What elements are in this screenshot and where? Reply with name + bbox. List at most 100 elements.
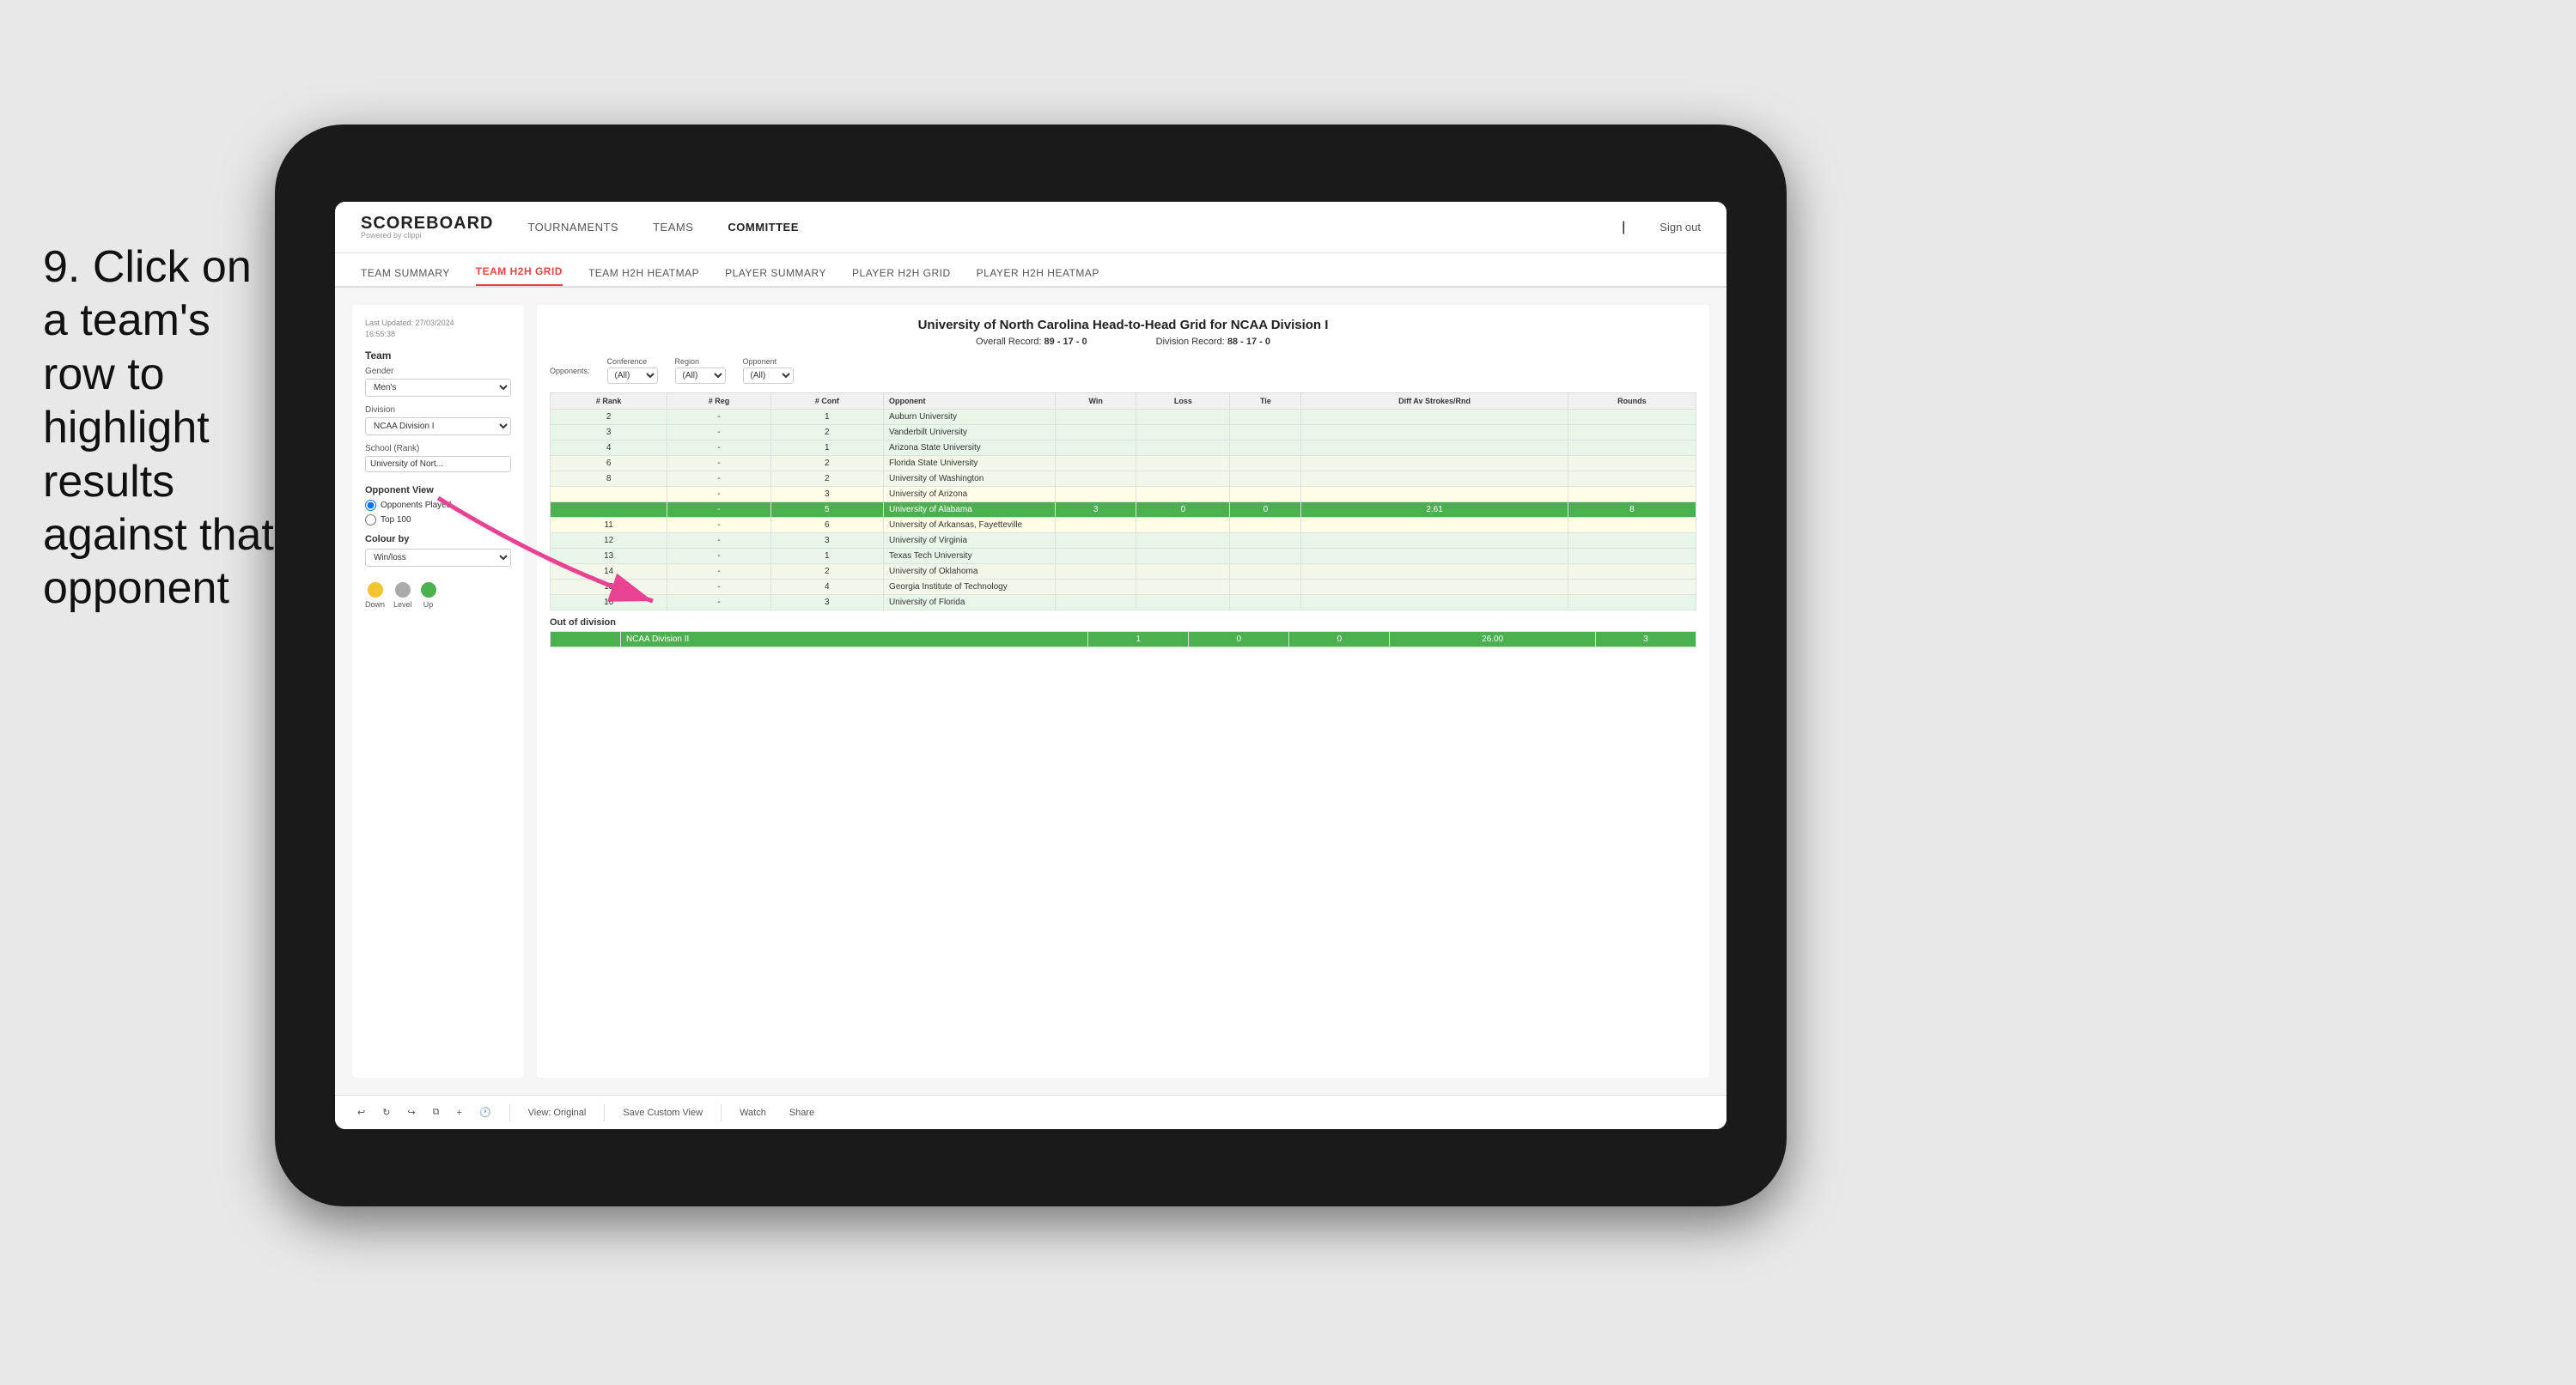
cell-rank: 4 — [551, 440, 667, 456]
cell-rank: 8 — [551, 471, 667, 487]
plus-btn[interactable]: + — [452, 1105, 467, 1121]
brand-name: SCOREBOARD — [361, 215, 493, 232]
table-row[interactable]: 12-3University of Virginia — [551, 533, 1696, 549]
colour-by-title: Colour by — [365, 534, 511, 544]
cell-loss — [1136, 549, 1230, 564]
table-row[interactable]: 8-2University of Washington — [551, 471, 1696, 487]
undo2-btn[interactable]: ↪ — [402, 1104, 420, 1121]
cell-diff — [1301, 518, 1568, 533]
cell-tie — [1230, 471, 1301, 487]
cell-loss: 0 — [1136, 502, 1230, 518]
watch-btn[interactable]: Watch — [734, 1105, 771, 1121]
copy-btn[interactable]: ⧉ — [428, 1104, 445, 1121]
cell-rank: 12 — [551, 533, 667, 549]
cell-win — [1056, 456, 1136, 471]
cell-loss — [1136, 425, 1230, 440]
cell-reg: - — [667, 580, 770, 595]
records-row: Overall Record: 89 - 17 - 0 Division Rec… — [550, 337, 1696, 347]
cell-win: 3 — [1056, 502, 1136, 518]
cell-reg: - — [667, 440, 770, 456]
sub-nav-team-h2h-grid[interactable]: TEAM H2H GRID — [476, 265, 563, 286]
cell-rank: 13 — [551, 549, 667, 564]
cell-reg: - — [667, 410, 770, 425]
cell-conf: 2 — [770, 471, 883, 487]
cell-tie — [1230, 533, 1301, 549]
sign-out-link[interactable]: Sign out — [1659, 221, 1701, 234]
clock-btn[interactable]: 🕐 — [474, 1104, 496, 1121]
region-label: Region — [675, 357, 726, 366]
cell-tie: 0 — [1230, 502, 1301, 518]
colour-by-select[interactable]: Win/loss — [365, 549, 511, 567]
opponents-filter-label: Opponents: — [550, 367, 590, 375]
cell-win — [1056, 410, 1136, 425]
out-of-division-label: Out of division — [550, 610, 1696, 631]
table-row[interactable]: 2-1Auburn University — [551, 410, 1696, 425]
opponent-filter: Opponent (All) — [743, 357, 794, 384]
table-row[interactable]: 11-6University of Arkansas, Fayetteville — [551, 518, 1696, 533]
nav-tournaments[interactable]: TOURNAMENTS — [527, 216, 618, 238]
view-original-btn[interactable]: View: Original — [523, 1105, 592, 1121]
radio-top100[interactable]: Top 100 — [365, 514, 511, 525]
cell-rounds — [1568, 549, 1696, 564]
school-input[interactable] — [365, 456, 511, 472]
col-rank: # Rank — [551, 393, 667, 410]
table-row[interactable]: 13-1Texas Tech University — [551, 549, 1696, 564]
nav-teams[interactable]: TEAMS — [653, 216, 693, 238]
cell-conf: 3 — [770, 487, 883, 502]
cell-win — [1056, 440, 1136, 456]
table-row[interactable]: 14-2University of Oklahoma — [551, 564, 1696, 580]
cell-win — [1056, 533, 1136, 549]
cell-opponent: University of Arkansas, Fayetteville — [884, 518, 1056, 533]
opponent-filter-label: Opponent — [743, 357, 794, 366]
cell-opponent: Arizona State University — [884, 440, 1056, 456]
cell-reg: - — [667, 487, 770, 502]
out-of-division-rounds: 3 — [1595, 632, 1696, 647]
cell-reg: - — [667, 456, 770, 471]
cell-win — [1056, 580, 1136, 595]
cell-tie — [1230, 595, 1301, 610]
cell-tie — [1230, 564, 1301, 580]
sub-nav-team-summary[interactable]: TEAM SUMMARY — [361, 267, 450, 286]
cell-win — [1056, 518, 1136, 533]
cell-rank: 6 — [551, 456, 667, 471]
table-row[interactable]: -3University of Arizona — [551, 487, 1696, 502]
sub-nav-team-h2h-heatmap[interactable]: TEAM H2H HEATMAP — [588, 267, 699, 286]
share-btn[interactable]: Share — [784, 1105, 819, 1121]
cell-opponent: Florida State University — [884, 456, 1056, 471]
cell-rounds — [1568, 518, 1696, 533]
cell-diff — [1301, 549, 1568, 564]
cell-tie — [1230, 549, 1301, 564]
cell-diff — [1301, 595, 1568, 610]
school-label: School (Rank) — [365, 444, 511, 453]
redo-btn[interactable]: ↻ — [377, 1104, 395, 1121]
table-row[interactable]: 4-1Arizona State University — [551, 440, 1696, 456]
division-select[interactable]: NCAA Division I — [365, 417, 511, 435]
cell-reg: - — [667, 595, 770, 610]
cell-tie — [1230, 518, 1301, 533]
cell-diff — [1301, 580, 1568, 595]
sub-nav-player-summary[interactable]: PLAYER SUMMARY — [725, 267, 826, 286]
table-row[interactable]: 16-3University of Florida — [551, 595, 1696, 610]
cell-loss — [1136, 533, 1230, 549]
gender-select[interactable]: Men's — [365, 379, 511, 397]
conference-select[interactable]: (All) — [607, 368, 658, 384]
out-of-division-row[interactable]: NCAA Division II 1 0 0 26.00 3 — [551, 632, 1696, 647]
save-custom-view-btn[interactable]: Save Custom View — [618, 1105, 708, 1121]
cell-reg: - — [667, 564, 770, 580]
instruction-step: 9. — [43, 242, 80, 292]
cell-diff — [1301, 564, 1568, 580]
cell-diff — [1301, 487, 1568, 502]
nav-committee[interactable]: COMMITTEE — [728, 216, 799, 238]
table-row[interactable]: -5University of Alabama3002.618 — [551, 502, 1696, 518]
sub-nav-player-h2h-grid[interactable]: PLAYER H2H GRID — [852, 267, 951, 286]
opponent-select[interactable]: (All) — [743, 368, 794, 384]
table-row[interactable]: 15-4Georgia Institute of Technology — [551, 580, 1696, 595]
cell-reg: - — [667, 471, 770, 487]
col-tie: Tie — [1230, 393, 1301, 410]
sub-nav-player-h2h-heatmap[interactable]: PLAYER H2H HEATMAP — [977, 267, 1099, 286]
table-row[interactable]: 6-2Florida State University — [551, 456, 1696, 471]
table-row[interactable]: 3-2Vanderbilt University — [551, 425, 1696, 440]
region-select[interactable]: (All) — [675, 368, 726, 384]
undo-btn[interactable]: ↩ — [352, 1104, 370, 1121]
radio-opponents-played[interactable]: Opponents Played — [365, 500, 511, 511]
